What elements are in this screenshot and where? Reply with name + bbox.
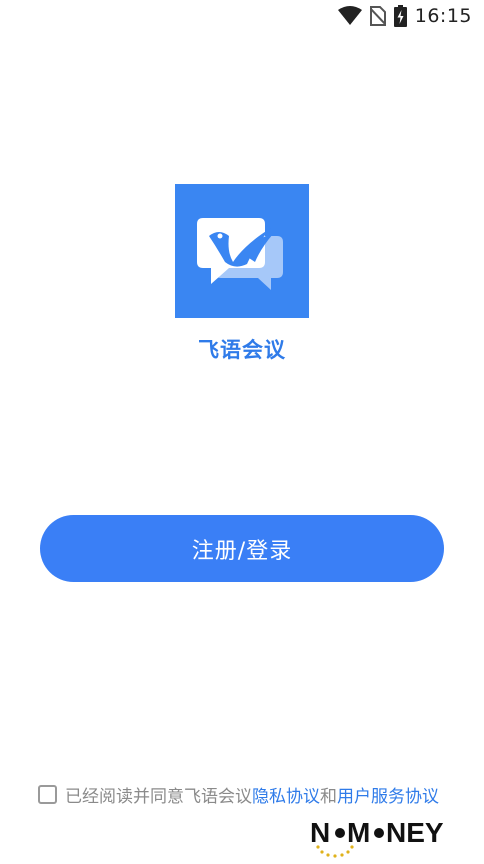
agreement-checkbox[interactable] [38,784,57,804]
no-sim-icon [369,6,386,26]
user-service-agreement-link[interactable]: 用户服务协议 [337,782,439,807]
bird-chat-bubble-logo-icon [197,218,283,290]
agreement-row: 已经阅读并同意飞语会议 隐私协议 和 用户服务协议 [38,782,439,807]
svg-text:N: N [310,817,330,848]
privacy-policy-link[interactable]: 隐私协议 [252,782,320,807]
svg-text:NEY: NEY [386,817,444,848]
app-logo [175,184,309,318]
agreement-conjunction: 和 [320,786,337,807]
app-name: 飞语会议 [198,338,286,362]
nomoney-watermark-logo: N M NEY [308,814,460,860]
status-icons: 16:15 [337,4,472,28]
battery-charging-icon [393,5,407,27]
status-bar: 16:15 [0,0,484,32]
clock: 16:15 [414,5,472,27]
register-login-button[interactable]: 注册/登录 [40,515,444,582]
agreement-text: 已经阅读并同意飞语会议 [65,786,252,807]
svg-text:M: M [347,817,370,848]
wifi-icon [337,6,362,26]
